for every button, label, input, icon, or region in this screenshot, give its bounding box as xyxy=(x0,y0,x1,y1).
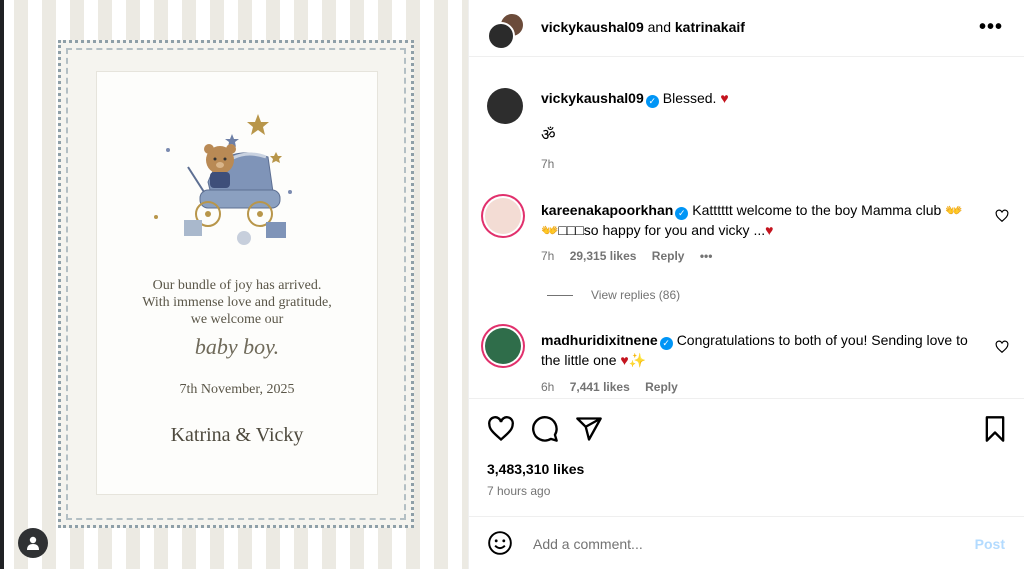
card-message: Our bundle of joy has arrived. With imme… xyxy=(97,277,377,328)
card-names: Katrina & Vicky xyxy=(170,424,304,446)
comment-time: 7h xyxy=(541,249,555,263)
comment-meta: 7h 29,315 likes Reply ••• xyxy=(541,249,724,263)
post-header: vickykaushal09 and katrinakaif ••• xyxy=(469,0,1024,57)
more-options-icon[interactable]: ••• xyxy=(979,16,1003,39)
card-baby-boy: baby boy. xyxy=(194,334,280,359)
post-actions: 3,483,310 likes 7 hours ago xyxy=(469,398,1024,519)
emoji-icon[interactable] xyxy=(487,530,513,556)
comment-likes[interactable]: 7,441 likes xyxy=(570,380,630,394)
heart-emoji: ♥ xyxy=(765,222,774,238)
add-comment-input[interactable] xyxy=(531,531,935,557)
teddy-pram-illustration xyxy=(154,114,292,245)
caption-time: 7h xyxy=(541,157,555,171)
post-details-panel: vickykaushal09 and katrinakaif ••• vicky… xyxy=(468,0,1024,569)
user-tag-button[interactable] xyxy=(18,528,48,558)
save-bookmark-icon[interactable] xyxy=(981,415,1009,443)
post-comment-button[interactable]: Post xyxy=(975,536,1005,552)
add-comment-bar: Post xyxy=(469,516,1024,570)
comment-kareena: kareenakapoorkhan ✓ Katttttt welcome to th… xyxy=(541,200,971,240)
comment-likes[interactable]: 29,315 likes xyxy=(570,249,637,263)
comment-more-icon[interactable]: ••• xyxy=(700,249,713,263)
author-link-2[interactable]: katrinakaif xyxy=(675,19,745,35)
author-link-1[interactable]: vickykaushal09 xyxy=(541,19,644,35)
comment-madhuri: madhuridixitnene ✓ Congratulations to both… xyxy=(541,330,971,370)
caption-text: Blessed. xyxy=(662,90,721,106)
user-icon xyxy=(27,536,39,550)
comment-username[interactable]: kareenakapoorkhan xyxy=(541,202,673,218)
verified-badge-icon: ✓ xyxy=(675,207,689,220)
card-date: 7th November, 2025 xyxy=(179,382,295,397)
like-heart-icon[interactable] xyxy=(487,415,515,443)
verified-badge-icon: ✓ xyxy=(659,337,673,350)
comment-time: 6h xyxy=(541,380,555,394)
reply-button[interactable]: Reply xyxy=(652,249,685,263)
caption-username[interactable]: vickykaushal09 xyxy=(541,90,644,106)
view-replies-label: View replies (86) xyxy=(591,288,681,302)
comment-meta: 6h 7,441 likes Reply xyxy=(541,380,690,394)
author-conjunction: and xyxy=(647,19,671,35)
heart-emoji: ♥ xyxy=(720,90,729,106)
comment-avatar-kareena[interactable] xyxy=(485,198,521,234)
verified-badge-icon: ✓ xyxy=(645,95,659,108)
reply-button[interactable]: Reply xyxy=(645,380,678,394)
share-send-icon[interactable] xyxy=(575,415,603,443)
card-line-2: With immense love and gratitude, xyxy=(142,295,332,310)
window-edge xyxy=(0,0,4,569)
post-timestamp[interactable]: 7 hours ago xyxy=(487,484,550,498)
card-line-3: we welcome our xyxy=(190,312,284,327)
avatar-vickykaushal09[interactable] xyxy=(487,22,515,50)
like-comment-heart-icon[interactable] xyxy=(995,209,1009,223)
card-line-1: Our bundle of joy has arrived. xyxy=(152,278,322,293)
collab-avatars[interactable] xyxy=(487,12,525,50)
post-media[interactable]: Our bundle of joy has arrived. With imme… xyxy=(0,0,468,569)
heart-sparkle-emoji: ♥✨ xyxy=(620,352,647,368)
caption-avatar[interactable] xyxy=(487,88,523,124)
caption-om-symbol: ॐ xyxy=(541,127,556,144)
post-authors: vickykaushal09 and katrinakaif xyxy=(541,19,745,35)
view-replies-button[interactable]: View replies (86) xyxy=(547,288,680,302)
like-comment-heart-icon[interactable] xyxy=(995,340,1009,354)
comment-username[interactable]: madhuridixitnene xyxy=(541,332,658,348)
replies-divider xyxy=(547,295,573,297)
post-likes-count[interactable]: 3,483,310 likes xyxy=(487,461,584,477)
comment-avatar-madhuri[interactable] xyxy=(485,328,521,364)
caption: vickykaushal09 ✓ Blessed. ♥ xyxy=(541,88,729,108)
comment-bubble-icon[interactable] xyxy=(531,415,559,443)
